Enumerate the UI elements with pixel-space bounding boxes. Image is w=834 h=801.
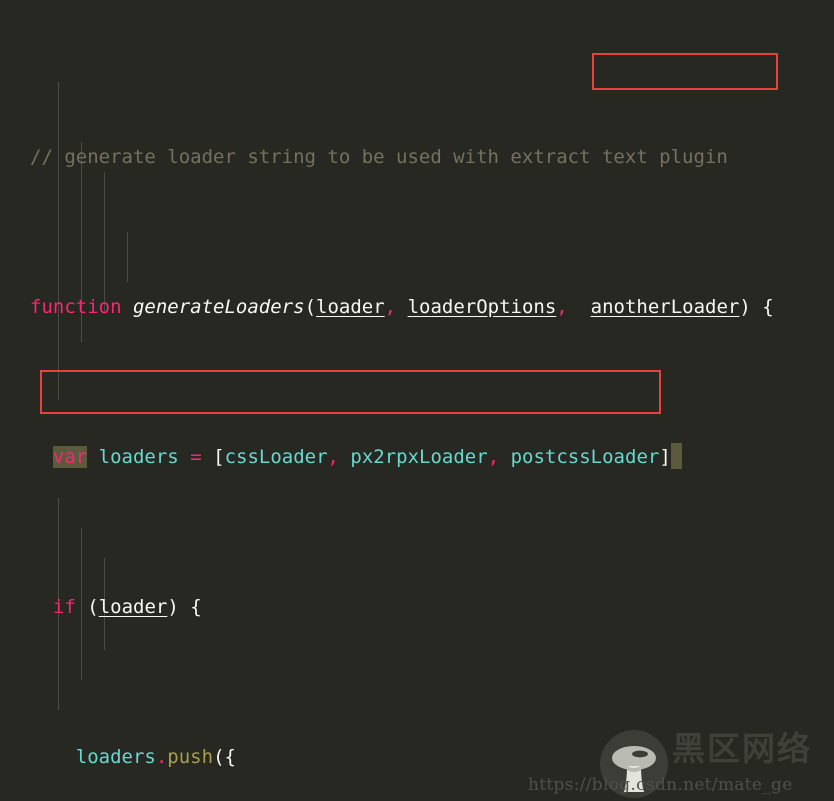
text-cursor xyxy=(670,443,682,469)
punct: { xyxy=(190,596,202,618)
punct: , xyxy=(327,446,339,468)
operator: = xyxy=(190,446,202,468)
punct: ( xyxy=(87,596,99,618)
code-line: loaders.push({ xyxy=(0,742,834,772)
method-push: push xyxy=(167,746,214,768)
punct: , xyxy=(384,296,397,318)
code-line: function generateLoaders(loader, loaderO… xyxy=(0,292,834,322)
punct: [ xyxy=(213,446,225,468)
variable-px2rpxLoader: px2rpxLoader xyxy=(350,446,488,468)
punct: ) xyxy=(739,296,751,318)
punct: ) xyxy=(167,596,179,618)
variable-cssLoader: cssLoader xyxy=(224,446,328,468)
code-line: if (loader) { xyxy=(0,592,834,622)
param-loaderOptions: loaderOptions xyxy=(407,296,557,318)
punct: ( xyxy=(304,296,317,318)
keyword-function: function xyxy=(30,296,122,318)
code-line: // generate loader string to be used wit… xyxy=(0,142,834,172)
punct: ({ xyxy=(213,746,236,768)
param-anotherLoader: anotherLoader xyxy=(590,296,740,318)
variable-postcssLoader: postcssLoader xyxy=(510,446,660,468)
punct: , xyxy=(556,296,568,318)
variable-loaders: loaders xyxy=(75,746,156,768)
variable-loaders: loaders xyxy=(98,446,179,468)
keyword-if: if xyxy=(52,596,76,618)
keyword-var-selected: var xyxy=(52,446,88,468)
code-block[interactable]: // generate loader string to be used wit… xyxy=(0,22,834,801)
punct: , xyxy=(487,446,500,468)
function-name: generateLoaders xyxy=(132,296,305,318)
identifier-loader: loader xyxy=(98,596,168,618)
punct: ] xyxy=(659,446,671,468)
param-loader: loader xyxy=(316,296,385,318)
code-editor-screenshot: // generate loader string to be used wit… xyxy=(0,0,834,801)
punct: . xyxy=(155,746,168,768)
code-line: var loaders = [cssLoader, px2rpxLoader, … xyxy=(0,442,834,472)
punct: { xyxy=(762,296,774,318)
comment: // generate loader string to be used wit… xyxy=(30,146,728,168)
